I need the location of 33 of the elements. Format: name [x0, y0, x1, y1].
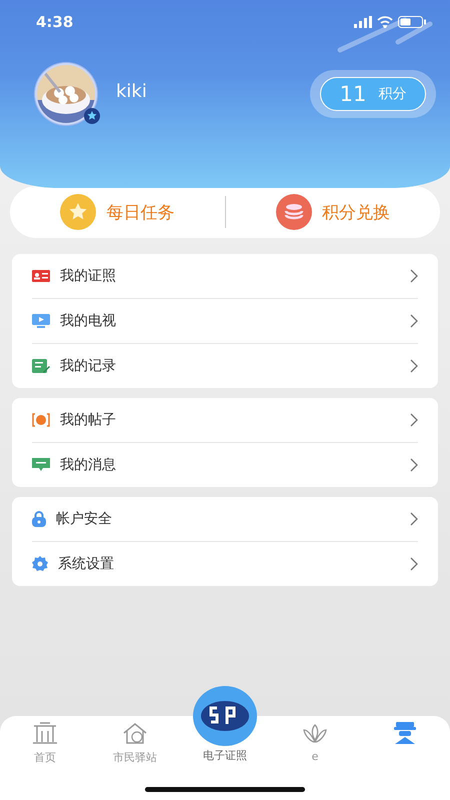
bracket-circle-icon	[32, 413, 50, 427]
menu-item[interactable]: 系统设置	[58, 555, 400, 573]
chevron-right-icon	[410, 314, 418, 328]
tab[interactable]: 电子证照	[203, 748, 247, 763]
chevron-right-icon	[410, 359, 418, 373]
coin-stack-icon	[276, 194, 312, 230]
chevron-right-icon	[410, 413, 418, 427]
status-time: 4:38	[36, 13, 74, 31]
signal-icon	[354, 16, 372, 28]
menu-item[interactable]: 我的消息	[60, 456, 400, 474]
menu-item[interactable]: 我的记录	[60, 357, 400, 375]
wifi-icon	[377, 16, 393, 28]
monitor-icon	[32, 314, 50, 328]
lock-icon	[32, 511, 46, 527]
person-icon	[392, 722, 418, 744]
message-icon	[32, 458, 50, 472]
chevron-right-icon	[410, 458, 418, 472]
building-icon	[32, 722, 58, 744]
battery-icon	[398, 16, 426, 28]
menu-item[interactable]: 帐户安全	[56, 510, 400, 528]
chevron-right-icon	[410, 512, 418, 526]
chevron-right-icon	[410, 557, 418, 571]
user-name: kiki	[116, 80, 148, 102]
settings-icon	[32, 556, 48, 572]
id-card-icon	[32, 270, 50, 282]
menu-item[interactable]: 我的证照	[60, 267, 400, 285]
menu-item[interactable]: 我的帖子	[60, 411, 400, 429]
house-icon	[122, 722, 148, 744]
menu-item[interactable]: 我的电视	[60, 312, 400, 330]
note-icon	[32, 359, 50, 373]
logo-icon[interactable]	[193, 686, 257, 746]
lotus-icon	[302, 722, 328, 744]
chevron-right-icon	[410, 269, 418, 283]
